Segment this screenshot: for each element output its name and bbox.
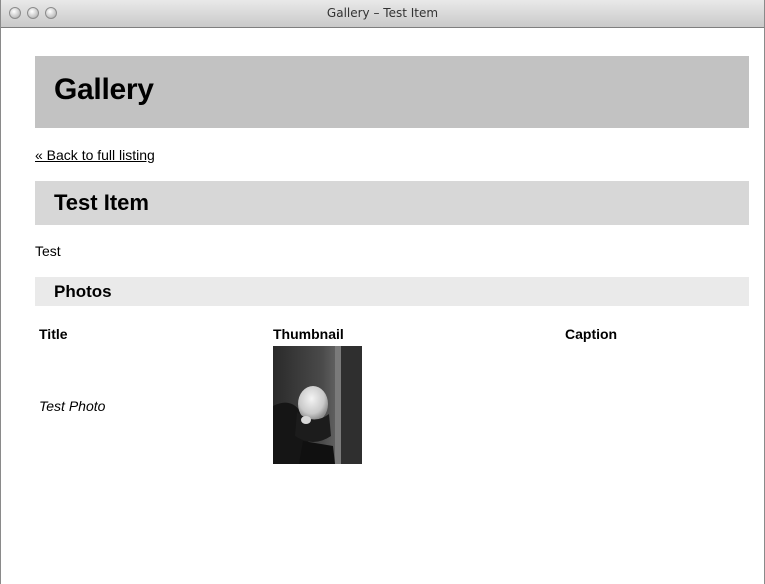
back-to-listing-link[interactable]: « Back to full listing [35,147,155,163]
window-title: Gallery – Test Item [326,6,439,20]
column-header-title: Title [39,326,68,342]
photos-heading: Photos [54,282,112,301]
page-content: Gallery « Back to full listing Test Item… [1,28,764,584]
item-header: Test Item [35,181,749,225]
item-description: Test [35,243,61,259]
column-header-thumbnail: Thumbnail [273,326,344,342]
site-header: Gallery [35,56,749,128]
title-bar[interactable]: Gallery – Test Item [1,0,764,28]
browser-window: Gallery – Test Item Gallery « Back to fu… [0,0,765,584]
photo-thumbnail[interactable] [273,346,362,464]
column-header-caption: Caption [565,326,618,342]
item-title: Test Item [54,190,149,215]
site-title: Gallery [54,73,154,106]
photo-title-cell: Test Photo [39,398,106,414]
photos-section-header: Photos [35,277,749,306]
